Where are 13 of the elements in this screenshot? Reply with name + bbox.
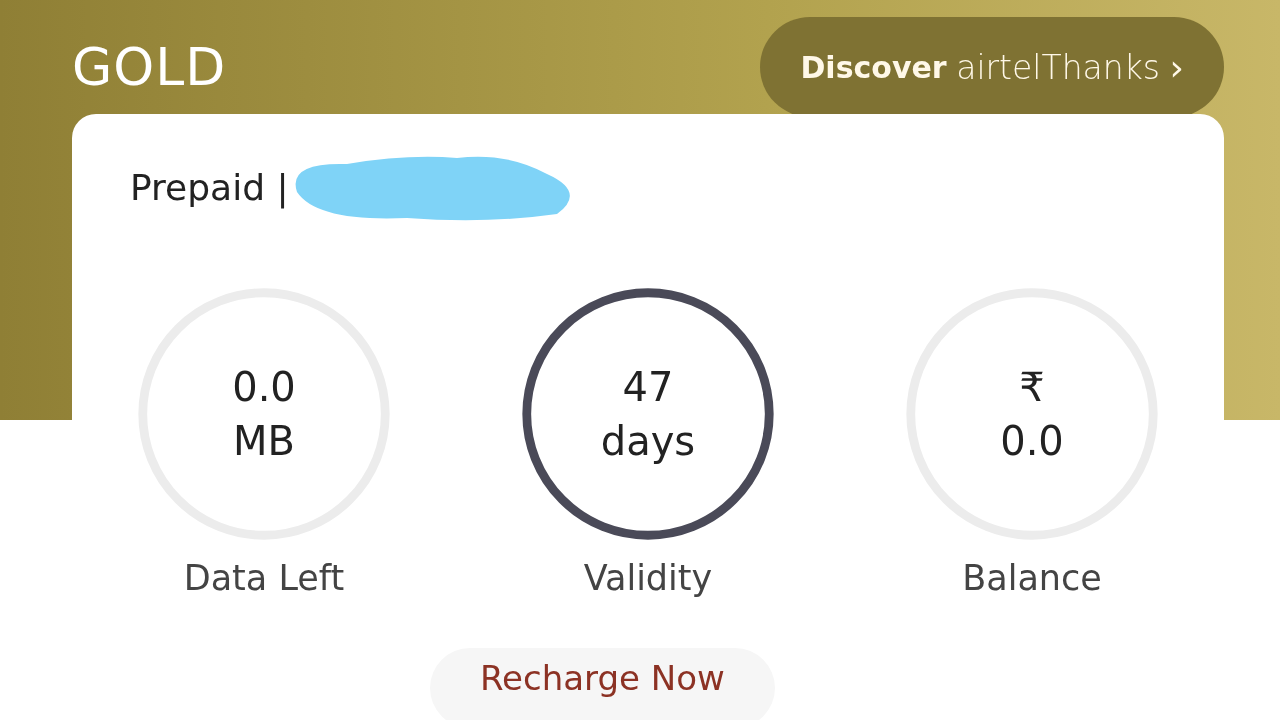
metric-value: 0.0 (232, 363, 296, 412)
recharge-button[interactable]: Recharge Now (430, 648, 775, 720)
metric-label: Validity (583, 558, 713, 598)
metric-value: 47 (622, 363, 674, 412)
plan-label: Prepaid | (130, 166, 289, 208)
metric-value: 0.0 (1000, 417, 1064, 466)
discover-button[interactable]: Discover airtelThanks › (760, 17, 1224, 117)
metric-value: ₹ (1019, 363, 1045, 412)
metric-value: days (600, 417, 696, 466)
metric-label: Balance (962, 558, 1102, 598)
metric-value: MB (233, 417, 295, 466)
tier-title: GOLD (72, 37, 227, 97)
metric-label: Data Left (183, 558, 345, 598)
